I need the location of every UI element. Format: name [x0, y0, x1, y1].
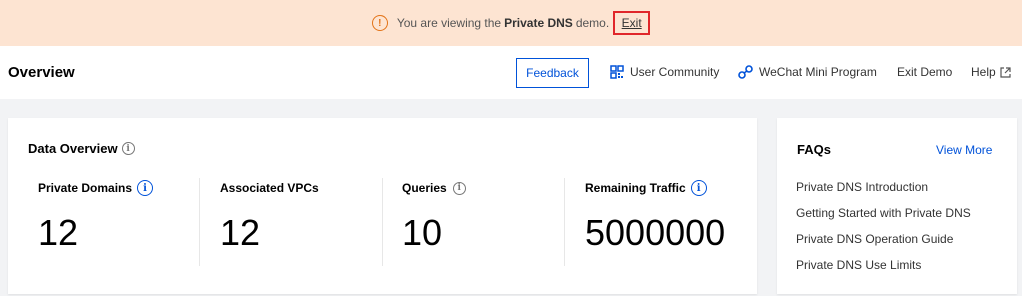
qr-grid-icon	[610, 65, 624, 79]
exit-demo-link[interactable]: Exit Demo	[897, 65, 952, 79]
stat-associated-vpcs: Associated VPCs 12	[220, 178, 403, 268]
info-icon[interactable]: i	[137, 180, 154, 196]
stat-value: 10	[402, 212, 443, 253]
wechat-mini-program-link[interactable]: WeChat Mini Program	[738, 65, 877, 79]
faq-item[interactable]: Getting Started with Private DNS	[796, 206, 971, 232]
stat-value: 5000000	[585, 212, 726, 253]
link-icon	[738, 65, 753, 79]
faq-list: Private DNS Introduction Getting Started…	[796, 180, 971, 284]
exit-link[interactable]: Exit	[622, 16, 642, 30]
stat-label-text: Associated VPCs	[220, 181, 319, 195]
stat-queries: Queries i 10	[402, 178, 585, 268]
help-label: Help	[971, 65, 996, 79]
faq-item[interactable]: Private DNS Use Limits	[796, 258, 971, 284]
user-community-label: User Community	[630, 65, 720, 79]
divider	[199, 178, 200, 266]
view-more-link[interactable]: View More	[936, 143, 992, 157]
exit-highlight: Exit	[613, 11, 651, 35]
stat-label-text: Remaining Traffic	[585, 181, 686, 195]
divider	[382, 178, 383, 266]
stat-private-domains: Private Domains i 12	[38, 178, 221, 268]
page-header: Overview Feedback User Community WeChat …	[0, 46, 1022, 99]
data-overview-card: Data Overview i Private Domains i 12 Ass…	[8, 118, 757, 294]
help-link[interactable]: Help	[971, 65, 1011, 79]
banner-prefix: You are viewing the	[396, 16, 502, 30]
stat-label: Associated VPCs	[220, 178, 403, 198]
divider	[564, 178, 565, 266]
data-overview-title: Data Overview i	[28, 141, 135, 156]
stat-value: 12	[220, 212, 261, 253]
stat-label-text: Private Domains	[38, 181, 133, 195]
warning-icon: !	[371, 15, 388, 31]
exit-demo-label: Exit Demo	[897, 65, 953, 79]
info-icon[interactable]: i	[121, 142, 135, 155]
stat-remaining-traffic: Remaining Traffic i 5000000	[585, 178, 755, 268]
info-icon[interactable]: i	[452, 181, 466, 195]
faq-card: FAQs View More Private DNS Introduction …	[777, 118, 1017, 294]
feedback-button[interactable]: Feedback	[516, 58, 589, 88]
stat-label-text: Queries	[402, 181, 447, 195]
banner-suffix: demo.	[575, 16, 610, 30]
stat-label: Queries i	[402, 178, 585, 198]
faq-title: FAQs	[797, 142, 831, 157]
faq-item[interactable]: Private DNS Introduction	[796, 180, 971, 206]
wechat-label: WeChat Mini Program	[759, 65, 877, 79]
user-community-link[interactable]: User Community	[610, 65, 719, 79]
stat-label: Remaining Traffic i	[585, 178, 755, 198]
external-link-icon	[1000, 66, 1011, 78]
info-icon[interactable]: i	[690, 180, 707, 196]
stat-value: 12	[38, 212, 79, 253]
stat-label: Private Domains i	[38, 178, 221, 198]
banner-product: Private DNS	[504, 16, 573, 30]
data-overview-heading: Data Overview	[28, 141, 118, 156]
demo-banner: ! You are viewing the Private DNS demo. …	[0, 0, 1022, 46]
page-title: Overview	[8, 64, 75, 81]
faq-item[interactable]: Private DNS Operation Guide	[796, 232, 971, 258]
